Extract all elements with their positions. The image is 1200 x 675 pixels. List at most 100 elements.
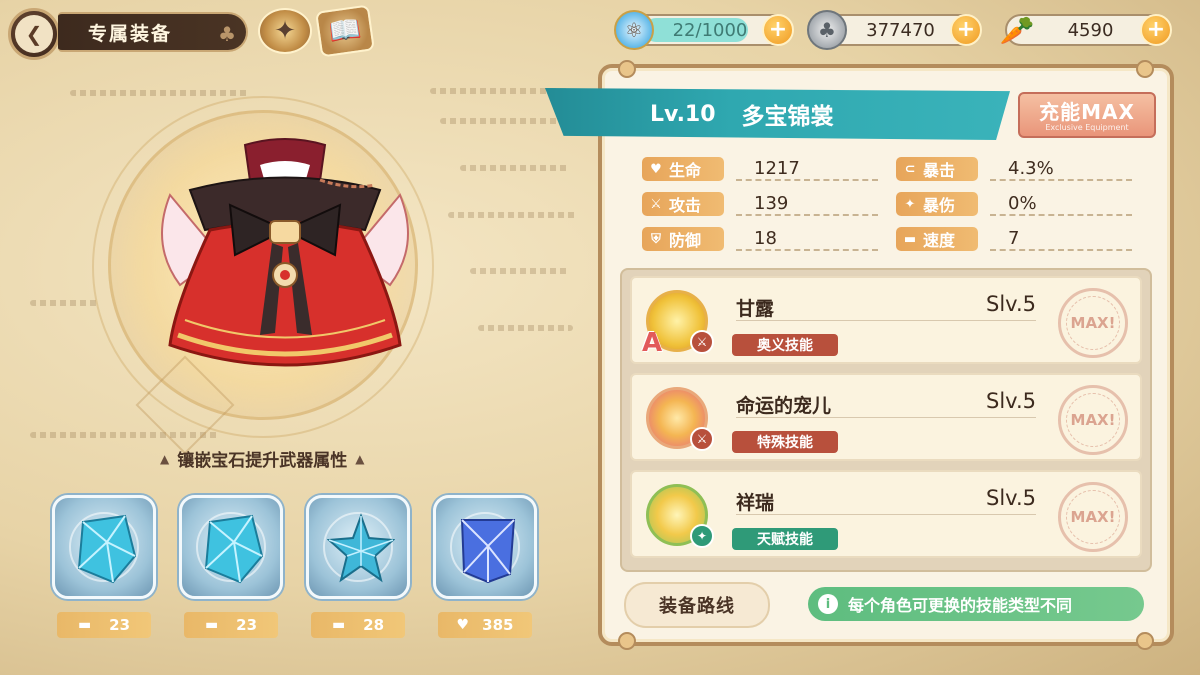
shield-icon: ⛨ xyxy=(651,231,661,247)
gem-stat-value: 28 xyxy=(363,616,385,634)
stat-value: 1217 xyxy=(736,158,878,181)
skill-divider xyxy=(736,514,1036,515)
item-name: 多宝锦裳 xyxy=(741,104,834,130)
parchment-script xyxy=(70,90,250,96)
stat-label: ⚔ 攻击 xyxy=(642,192,724,216)
stat-label: ⊂ 暴击 xyxy=(896,157,978,181)
arrow-up-icon: ▲ xyxy=(355,451,365,466)
stat-value: 0% xyxy=(990,193,1132,216)
panel-corner xyxy=(618,632,636,650)
stat-label-text: 攻击 xyxy=(669,196,702,215)
stat-label-text: 防御 xyxy=(669,231,702,250)
gem-stat-value: 23 xyxy=(109,616,131,634)
parchment-script xyxy=(448,212,578,218)
gem-hint[interactable]: ▲ 镶嵌宝石提升武器属性 ▲ xyxy=(160,446,364,471)
charge-max-sub: Exclusive Equipment xyxy=(1045,123,1129,132)
parchment-script xyxy=(470,268,570,274)
gem-stat-4: ♥ 385 xyxy=(438,612,532,638)
parchment-script xyxy=(460,165,570,171)
coin-counter: ♣ 377470 + xyxy=(807,10,982,50)
skill-type-tag: 特殊技能 xyxy=(732,431,838,453)
stat-crit-damage: ✦ 暴伤 0% xyxy=(896,191,1132,217)
clover-coin-icon: ♣ xyxy=(807,10,847,50)
back-heart-icon: ❮ xyxy=(15,15,53,53)
stat-hp: ♥ 生命 1217 xyxy=(642,156,878,182)
skill-type-tag: 天赋技能 xyxy=(732,528,838,550)
stat-label-text: 生命 xyxy=(669,161,702,180)
charge-max-label: 充能MAX xyxy=(1039,100,1135,124)
info-icon: i xyxy=(818,594,838,614)
stat-defense: ⛨ 防御 18 xyxy=(642,226,878,252)
stat-label-text: 暴击 xyxy=(923,161,956,180)
add-carrot-button[interactable]: + xyxy=(1140,14,1172,46)
shoe-icon: ▬ xyxy=(204,617,219,633)
stamina-counter: ⚛ 22/1000 + xyxy=(614,10,794,50)
stamina-value: 22/1000 xyxy=(672,20,748,41)
skill-card-2[interactable]: ⚔ 命运的宠儿 Slv.5 特殊技能 MAX! xyxy=(630,373,1142,461)
add-stamina-button[interactable]: + xyxy=(762,14,794,46)
carrot-counter: 🥕 4590 + xyxy=(1000,14,1172,47)
parchment-script xyxy=(440,118,560,124)
parchment-script xyxy=(478,325,573,331)
shoe-icon: ▬ xyxy=(77,617,92,633)
stat-label: ✦ 暴伤 xyxy=(896,192,978,216)
parchment-script xyxy=(30,300,100,306)
stat-label-text: 速度 xyxy=(923,231,956,250)
sword-icon: ⚔ xyxy=(690,427,714,451)
sword-icon: ⚔ xyxy=(650,196,662,212)
max-stamp: MAX! xyxy=(1058,482,1128,552)
gem-stat-2: ▬ 23 xyxy=(184,612,278,638)
skill-divider xyxy=(736,417,1036,418)
potion-icon: ⚛ xyxy=(614,10,654,50)
clover-icon: ♣ xyxy=(218,22,238,46)
sparkle-icon: ✦ xyxy=(690,524,714,548)
equipment-route-button[interactable]: 装备路线 xyxy=(624,582,770,628)
gem-icon xyxy=(460,519,516,584)
add-coin-button[interactable]: + xyxy=(950,14,982,46)
skill-name: 甘露 xyxy=(736,298,775,320)
carrot-value: 4590 xyxy=(1067,20,1114,41)
gem-hint-text: 镶嵌宝石提升武器属性 xyxy=(177,451,348,471)
skill-prefix: A xyxy=(642,328,663,358)
stat-speed: ▬ 速度 7 xyxy=(896,226,1132,252)
shoe-icon: ▬ xyxy=(331,617,346,633)
gem-slot-2[interactable] xyxy=(179,495,283,599)
item-level: Lv.10 xyxy=(650,101,716,127)
stat-label-text: 暴伤 xyxy=(923,196,956,215)
panel-corner xyxy=(1136,60,1154,78)
skill-card-1[interactable]: A ⚔ 甘露 Slv.5 奥义技能 MAX! xyxy=(630,276,1142,364)
coin-value: 377470 xyxy=(866,20,935,41)
compass-icon[interactable]: ✦ xyxy=(258,8,312,54)
gem-stat-value: 23 xyxy=(236,616,258,634)
gem-slot-3[interactable] xyxy=(306,495,410,599)
max-stamp: MAX! xyxy=(1058,288,1128,358)
page-title-bar: 专属装备 ♣ xyxy=(58,12,248,52)
skill-level: Slv.5 xyxy=(986,486,1036,510)
max-stamp: MAX! xyxy=(1058,385,1128,455)
panel-corner xyxy=(618,60,636,78)
gem-slot-4[interactable] xyxy=(433,495,537,599)
stat-value: 7 xyxy=(990,228,1132,251)
star-gem-icon xyxy=(327,513,395,583)
stat-value: 4.3% xyxy=(990,158,1132,181)
stat-value: 139 xyxy=(736,193,878,216)
heart-icon: ♥ xyxy=(456,617,470,633)
panel-corner xyxy=(1136,632,1154,650)
skill-type-tag: 奥义技能 xyxy=(732,334,838,356)
gem-icon xyxy=(77,514,137,584)
red-dress-equipment[interactable] xyxy=(150,135,420,385)
stat-crit: ⊂ 暴击 4.3% xyxy=(896,156,1132,182)
charge-max-badge: 充能MAX Exclusive Equipment xyxy=(1018,92,1156,138)
skill-name: 祥瑞 xyxy=(736,492,775,514)
stat-attack: ⚔ 攻击 139 xyxy=(642,191,878,217)
stat-label: ▬ 速度 xyxy=(896,227,978,251)
info-text: 每个角色可更换的技能类型不同 xyxy=(848,596,1073,615)
back-button[interactable]: ❮ xyxy=(8,8,60,60)
book-icon[interactable]: 📖 xyxy=(315,4,375,58)
page-title: 专属装备 xyxy=(88,22,173,45)
gem-stat-value: 385 xyxy=(482,616,514,634)
skill-card-3[interactable]: ✦ 祥瑞 Slv.5 天赋技能 MAX! xyxy=(630,470,1142,558)
item-title-ribbon: Lv.10 多宝锦裳 xyxy=(545,88,1010,140)
skill-info-bar: i 每个角色可更换的技能类型不同 xyxy=(808,587,1144,621)
gem-slot-1[interactable] xyxy=(52,495,156,599)
